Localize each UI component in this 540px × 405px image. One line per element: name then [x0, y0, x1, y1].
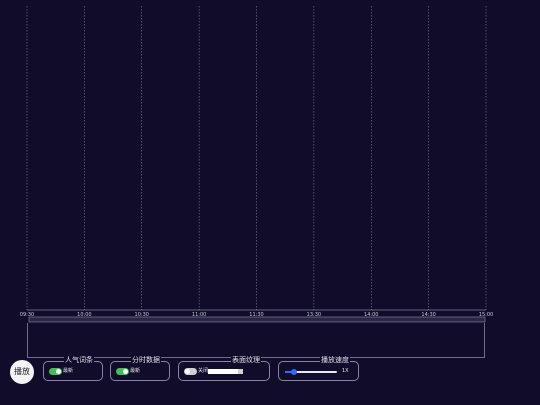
surface-texture-input-button[interactable] — [238, 369, 243, 374]
intraday-toggle-label: 最新 — [130, 368, 141, 374]
popularity-panel-title: 人气词条 — [64, 356, 94, 364]
slider-handle[interactable] — [290, 369, 297, 375]
play-button[interactable]: 播放 — [10, 360, 34, 384]
chart-gridlines — [26, 6, 487, 310]
timeline-chart: 09:30 10:00 10:30 11:00 11:30 13:30 14:00 14:30… — [20, 6, 493, 323]
intraday-panel: 分时数据 最新 — [110, 356, 170, 381]
toggle-knob — [185, 369, 190, 374]
toggle-knob — [123, 369, 128, 374]
timeline-track-area — [27, 323, 485, 358]
surface-texture-toggle[interactable] — [184, 368, 197, 375]
intraday-panel-title: 分时数据 — [131, 356, 161, 364]
popularity-toggle-label: 最新 — [63, 368, 74, 374]
surface-texture-panel-title: 表面纹理 — [231, 356, 261, 364]
popularity-panel: 人气词条 最新 — [43, 356, 103, 381]
intraday-toggle[interactable] — [116, 368, 129, 375]
play-speed-slider[interactable] — [285, 369, 337, 375]
timeline-scrubber[interactable] — [28, 316, 486, 323]
surface-texture-panel: 表面纹理 关闭 — [178, 356, 270, 381]
surface-texture-toggle-label: 关闭 — [198, 368, 209, 374]
play-speed-panel-title: 播放速度 — [320, 356, 350, 364]
play-speed-value: 1X — [342, 368, 349, 374]
play-speed-panel: 播放速度 1X — [278, 356, 359, 381]
popularity-toggle[interactable] — [49, 368, 62, 375]
toggle-knob — [56, 369, 61, 374]
